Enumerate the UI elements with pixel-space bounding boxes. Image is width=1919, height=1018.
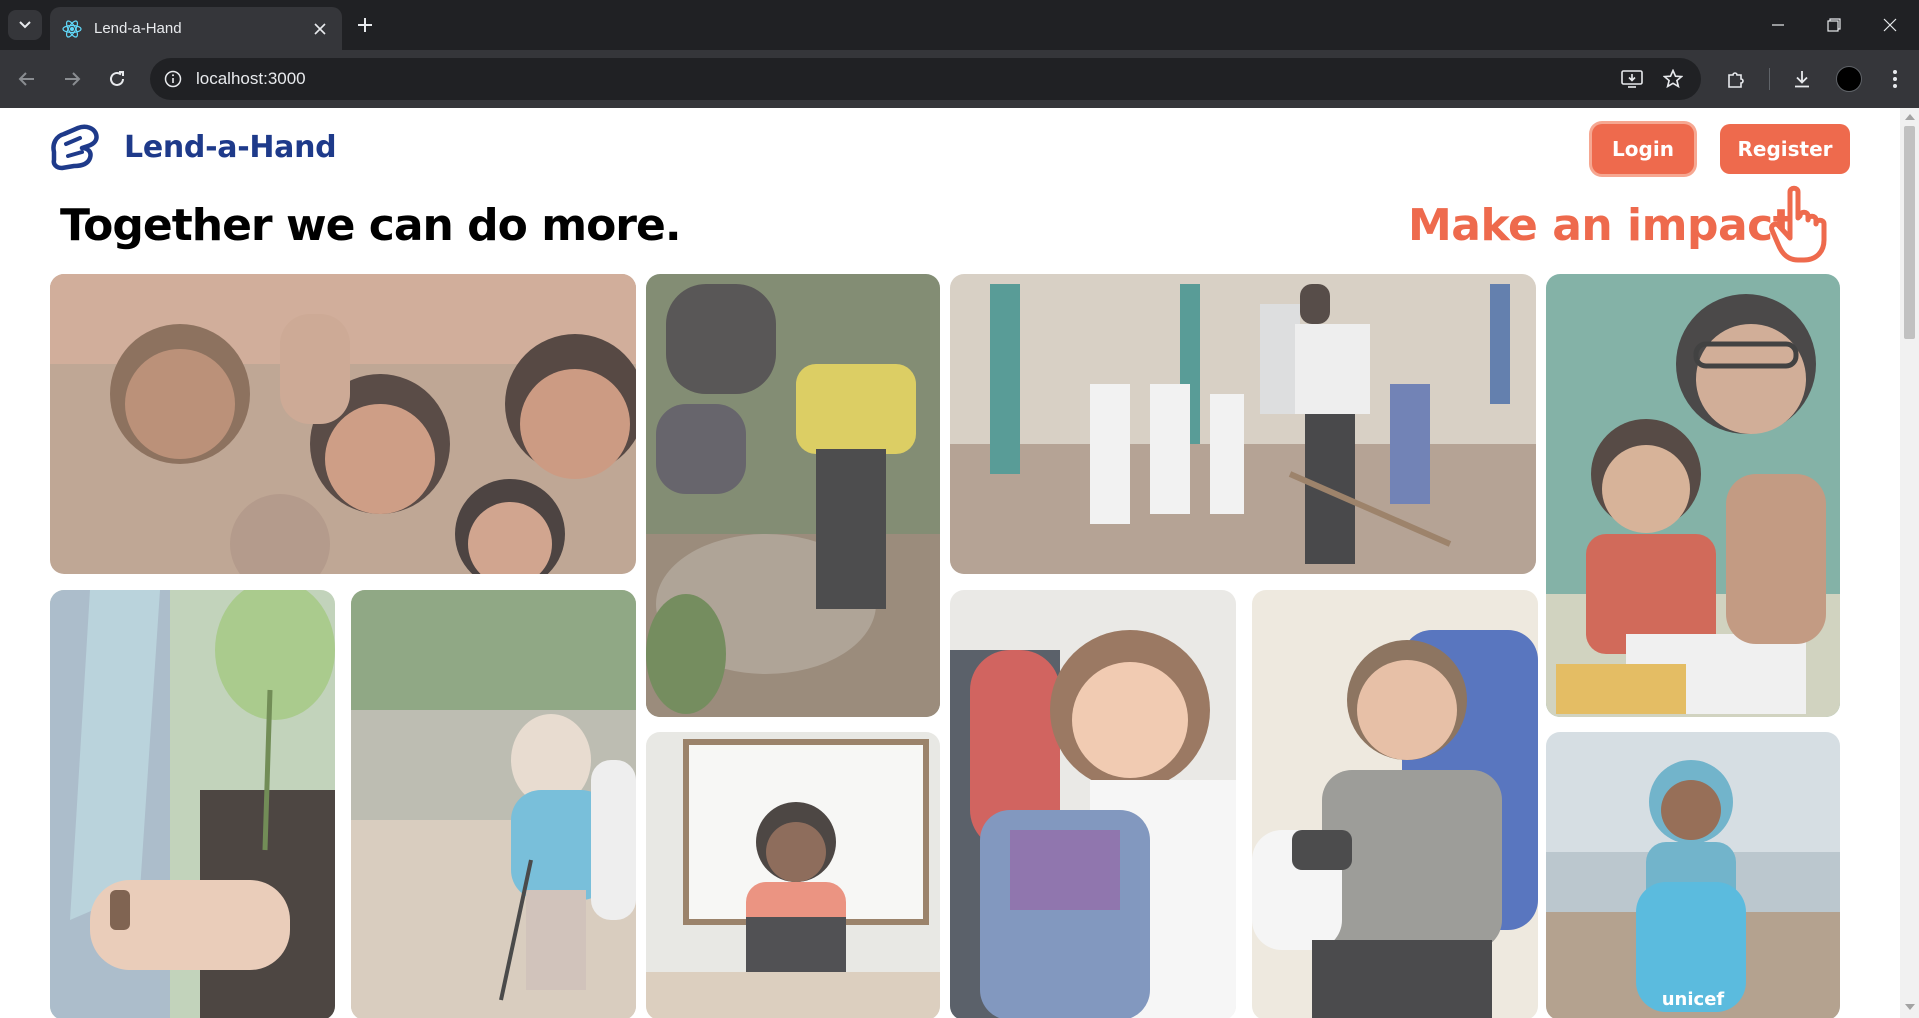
browser-tab-active[interactable]: Lend-a-Hand bbox=[50, 7, 342, 50]
children-smiling-photo bbox=[50, 274, 636, 574]
clothing-donation-photo bbox=[950, 590, 1236, 1018]
login-button[interactable]: Login bbox=[1592, 124, 1694, 174]
close-window-icon[interactable] bbox=[1862, 0, 1918, 50]
forward-arrow-icon[interactable] bbox=[57, 64, 87, 94]
profile-avatar[interactable] bbox=[1836, 66, 1862, 92]
restore-icon[interactable] bbox=[1806, 0, 1862, 50]
downloads-icon[interactable] bbox=[1787, 64, 1817, 94]
tab-search-button[interactable] bbox=[8, 10, 42, 40]
url-text[interactable]: localhost:3000 bbox=[196, 69, 306, 89]
hero-headline: Together we can do more. bbox=[60, 200, 682, 251]
more-options-kebab-icon[interactable] bbox=[1880, 64, 1910, 94]
close-tab-icon[interactable] bbox=[310, 19, 330, 39]
brand-name[interactable]: Lend-a-Hand bbox=[124, 130, 337, 165]
scroll-down-arrow-icon[interactable] bbox=[1905, 1004, 1915, 1010]
unicef-logo-text: unicef bbox=[1661, 989, 1725, 1010]
riverbank-litter-picking-photo bbox=[351, 590, 636, 1018]
scrollbar-thumb[interactable] bbox=[1904, 126, 1915, 339]
pointing-hand-icon bbox=[1769, 185, 1827, 263]
chevron-down-icon bbox=[19, 21, 31, 29]
bookmark-star-icon[interactable] bbox=[1658, 64, 1688, 94]
register-button[interactable]: Register bbox=[1720, 124, 1850, 174]
blood-donor-photo bbox=[1252, 590, 1538, 1018]
install-app-icon[interactable] bbox=[1617, 64, 1647, 94]
react-favicon-icon bbox=[62, 19, 82, 39]
back-arrow-icon[interactable] bbox=[12, 64, 42, 94]
unicef-girl-backpack-photo: unicef bbox=[1546, 732, 1840, 1018]
page-viewport: Lend-a-Hand Login Register Together we c… bbox=[0, 108, 1900, 1018]
toolbar-divider bbox=[1769, 68, 1770, 90]
forest-cleanup-photo bbox=[646, 274, 940, 717]
hand-planting-sapling-photo bbox=[50, 590, 335, 1018]
make-impact-cta[interactable]: Make an impact bbox=[1408, 200, 1794, 251]
tab-title: Lend-a-Hand bbox=[94, 20, 182, 37]
extensions-puzzle-icon[interactable] bbox=[1721, 64, 1751, 94]
address-bar[interactable] bbox=[150, 58, 1701, 100]
new-tab-plus-icon[interactable] bbox=[352, 12, 378, 38]
online-teacher-laptop-photo bbox=[646, 732, 940, 1018]
reload-icon[interactable] bbox=[102, 64, 132, 94]
volunteer-teaching-child-photo bbox=[1546, 274, 1840, 717]
minimize-icon[interactable] bbox=[1750, 0, 1806, 50]
scroll-up-arrow-icon[interactable] bbox=[1905, 114, 1915, 120]
site-info-icon[interactable] bbox=[162, 68, 184, 90]
lend-a-hand-logo-icon[interactable] bbox=[48, 122, 102, 172]
tree-planting-photo bbox=[950, 274, 1536, 574]
